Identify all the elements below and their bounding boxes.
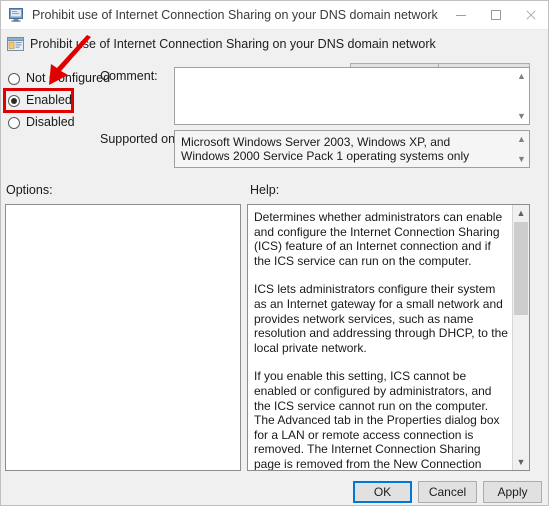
supported-on-value: Microsoft Windows Server 2003, Windows X… [181,135,470,163]
chevron-up-icon[interactable]: ▲ [513,205,529,221]
comment-label: Comment: [100,69,158,83]
window-title: Prohibit use of Internet Connection Shar… [32,8,438,22]
ok-button[interactable]: OK [353,481,412,503]
chevron-down-icon[interactable]: ▼ [514,109,529,123]
radio-button-icon [8,73,20,85]
help-scrollbar[interactable]: ▲ ▼ [512,205,529,470]
cancel-button[interactable]: Cancel [418,481,477,503]
radio-label: Enabled [26,93,72,107]
supported-on-label: Supported on: [100,132,179,146]
radio-button-icon [8,95,20,107]
supported-on-scrollbar[interactable]: ▲ ▼ [514,131,529,167]
radio-label: Disabled [26,115,75,129]
options-label: Options: [6,183,53,197]
chevron-down-icon[interactable]: ▼ [513,454,529,470]
apply-button[interactable]: Apply [483,481,542,503]
help-paragraph: ICS lets administrators configure their … [254,282,508,355]
chevron-up-icon[interactable]: ▲ [514,132,529,146]
comment-scrollbar[interactable]: ▲ ▼ [514,68,529,124]
maximize-button[interactable] [479,1,514,28]
radio-not-configured[interactable]: Not Configured [5,69,110,91]
close-button[interactable] [514,1,548,28]
policy-setting-icon [9,7,25,23]
help-label: Help: [250,183,280,197]
radio-enabled[interactable]: Enabled [5,91,95,113]
help-panel[interactable]: Determines whether administrators can en… [247,204,530,471]
close-icon [526,10,536,20]
group-policy-setting-dialog: Prohibit use of Internet Connection Shar… [0,0,549,506]
supported-on-field: Microsoft Windows Server 2003, Windows X… [174,130,530,168]
setting-title: Prohibit use of Internet Connection Shar… [30,37,436,51]
options-panel[interactable] [5,204,241,471]
radio-button-icon [8,117,20,129]
maximize-icon [491,10,501,20]
scrollbar-thumb[interactable] [514,222,528,315]
minimize-button[interactable] [444,1,479,28]
title-bar: Prohibit use of Internet Connection Shar… [1,1,548,30]
radio-disabled[interactable]: Disabled [5,113,95,135]
policy-setting-icon [7,36,24,53]
minimize-icon [456,15,466,16]
help-paragraph: If you enable this setting, ICS cannot b… [254,369,500,471]
comment-input[interactable]: ▲ ▼ [174,67,530,125]
chevron-down-icon[interactable]: ▼ [514,152,529,166]
help-paragraph: Determines whether administrators can en… [254,210,503,268]
chevron-up-icon[interactable]: ▲ [514,69,529,83]
help-text: Determines whether administrators can en… [254,210,510,471]
policy-state-radio-group: Not Configured Enabled Disabled [5,69,110,135]
setting-header: Prohibit use of Internet Connection Shar… [1,29,548,85]
radio-label: Not Configured [26,71,111,85]
